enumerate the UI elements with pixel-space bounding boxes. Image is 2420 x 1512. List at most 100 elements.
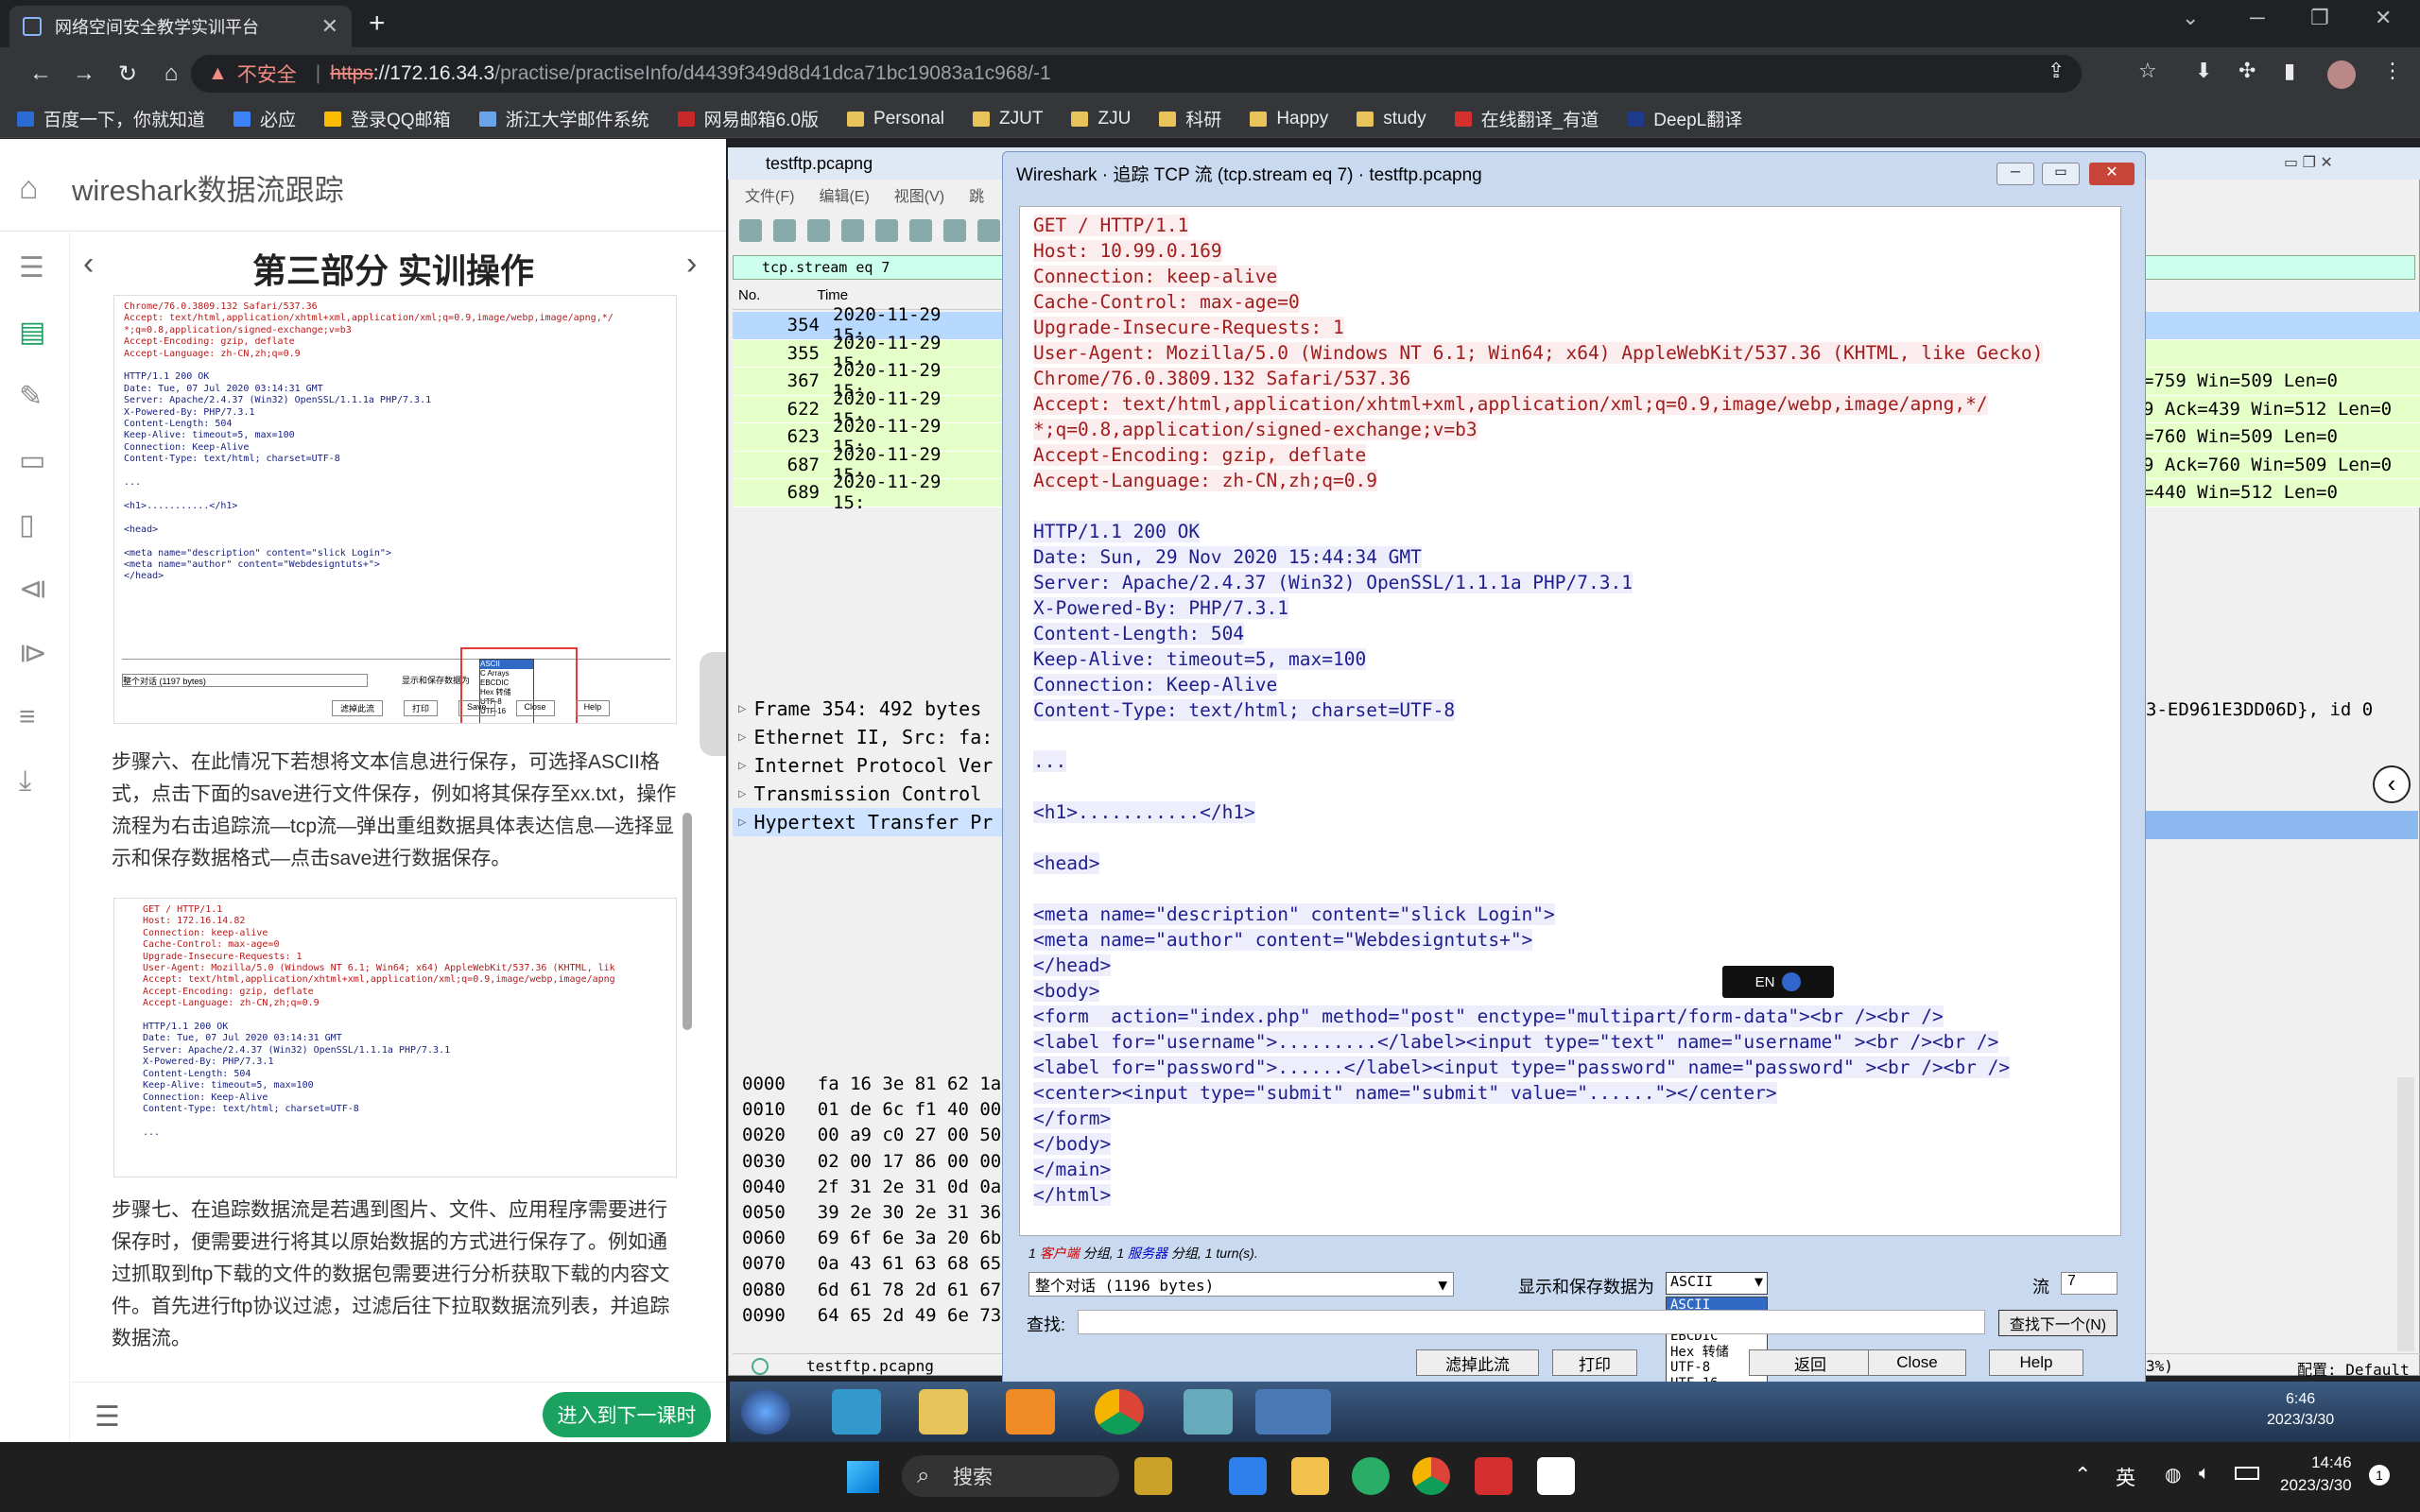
dialog-button[interactable]: 打印 bbox=[1552, 1349, 1637, 1376]
acrobat-icon[interactable] bbox=[1475, 1457, 1512, 1495]
shark-fin-icon[interactable] bbox=[739, 219, 762, 242]
detail-row[interactable]: ▷ Internet Protocol Ver bbox=[733, 751, 1007, 780]
detail-row[interactable]: ▷ Hypertext Transfer Pr bbox=[733, 808, 1007, 836]
new-tab-button[interactable]: + bbox=[369, 8, 386, 40]
prev-media-icon[interactable]: ⧏ bbox=[19, 573, 47, 606]
bookmark-item[interactable]: 科研 bbox=[1159, 106, 1221, 131]
expand-arrow-icon[interactable]: ▷ bbox=[738, 701, 746, 716]
dialog-maximize-icon[interactable]: ▭ bbox=[2042, 163, 2080, 185]
extensions-icon[interactable]: ✣ bbox=[2238, 59, 2256, 83]
find-next-button[interactable]: 查找下一个(N) bbox=[1998, 1310, 2118, 1336]
stream-spinner[interactable]: 7 bbox=[2061, 1272, 2118, 1295]
reload-icon[interactable]: ↻ bbox=[106, 60, 149, 88]
download-icon[interactable]: ⤓ bbox=[19, 765, 31, 798]
encoding-select[interactable]: ASCII ▼ bbox=[1666, 1272, 1768, 1295]
restore-icon[interactable]: ❐ bbox=[2310, 6, 2329, 30]
bookmark-item[interactable]: 百度一下，你就知道 bbox=[17, 106, 205, 131]
expand-arrow-icon[interactable]: ▷ bbox=[738, 815, 746, 830]
close-file-icon[interactable] bbox=[943, 219, 966, 242]
dialog-button[interactable]: 返回 bbox=[1749, 1349, 1872, 1376]
notification-badge[interactable]: 1 bbox=[2369, 1465, 2390, 1486]
outline-icon[interactable]: ☰ bbox=[19, 251, 44, 284]
bookmark-item[interactable]: 浙江大学邮件系统 bbox=[478, 106, 649, 131]
avatar[interactable] bbox=[2327, 60, 2356, 89]
collapse-panel-icon[interactable]: ‹ bbox=[2373, 765, 2411, 803]
chat-icon[interactable]: ▭ bbox=[19, 444, 45, 477]
list-icon[interactable]: ≡ bbox=[19, 701, 36, 733]
taskbar-search[interactable]: 搜索 bbox=[902, 1455, 1119, 1497]
todo-icon[interactable] bbox=[1229, 1457, 1267, 1495]
network-tray-icon[interactable]: ◍ bbox=[2165, 1463, 2181, 1486]
download-extension-icon[interactable]: ⬇ bbox=[2195, 59, 2212, 83]
stream-content[interactable]: GET / HTTP/1.1 Host: 10.99.0.169 Connect… bbox=[1019, 206, 2121, 1236]
bookmark-item[interactable]: 必应 bbox=[233, 106, 296, 131]
status-profile[interactable]: 配置: Default bbox=[2297, 1357, 2410, 1380]
taskbar-clock[interactable]: 14:46 2023/3/30 bbox=[2280, 1452, 2352, 1497]
next-media-icon[interactable]: ⧐ bbox=[19, 637, 47, 670]
bookmark-item[interactable]: study bbox=[1357, 109, 1426, 129]
wechat-icon[interactable] bbox=[1352, 1457, 1390, 1495]
home-icon[interactable]: ⌂ bbox=[149, 60, 193, 87]
forward-icon[interactable]: → bbox=[62, 60, 106, 87]
options-icon[interactable] bbox=[841, 219, 864, 242]
bookmark-item[interactable]: ZJU bbox=[1071, 109, 1131, 129]
save-icon[interactable] bbox=[909, 219, 932, 242]
expand-arrow-icon[interactable]: ▷ bbox=[738, 758, 746, 773]
col-no[interactable]: No. bbox=[738, 287, 760, 309]
restart-icon[interactable] bbox=[807, 219, 830, 242]
ws-menu-item[interactable]: 文件(F) bbox=[745, 183, 794, 210]
detail-row[interactable]: ▷ Ethernet II, Src: fa: bbox=[733, 723, 1007, 751]
pane-splitter[interactable] bbox=[700, 652, 726, 756]
ie-icon[interactable] bbox=[832, 1389, 881, 1435]
browser-tab[interactable]: 网络空间安全教学实训平台 ✕ bbox=[9, 6, 352, 47]
chrome-taskbar-icon[interactable] bbox=[1412, 1457, 1450, 1495]
conversation-select[interactable]: 整个对话 (1196 bytes) ▼ bbox=[1028, 1272, 1454, 1297]
bookmark-item[interactable]: ZJUT bbox=[973, 109, 1043, 129]
expand-arrow-icon[interactable]: ▷ bbox=[738, 730, 746, 745]
reload-file-icon[interactable] bbox=[977, 219, 1000, 242]
catalog-list-icon[interactable]: ☰ bbox=[95, 1400, 120, 1434]
start-orb-icon[interactable] bbox=[741, 1389, 790, 1435]
bookmark-item[interactable]: DeepL翻译 bbox=[1627, 106, 1742, 131]
side-panel-icon[interactable]: ▮ bbox=[2284, 59, 2295, 83]
tray-chevron-icon[interactable]: ⌃ bbox=[2074, 1463, 2091, 1487]
back-icon[interactable]: ← bbox=[19, 60, 62, 87]
open-icon[interactable] bbox=[875, 219, 898, 242]
stop-icon[interactable] bbox=[773, 219, 796, 242]
minimize-icon[interactable]: ─ bbox=[2250, 6, 2265, 30]
next-section-icon[interactable]: › bbox=[686, 246, 697, 283]
detail-row[interactable]: ▷ Transmission Control bbox=[733, 780, 1007, 808]
dialog-close-icon[interactable]: ✕ bbox=[2089, 163, 2135, 185]
close-window-icon[interactable]: ✕ bbox=[2375, 6, 2392, 30]
ws-menu-item[interactable]: 跳 bbox=[969, 183, 984, 210]
dialog-button[interactable]: Close bbox=[1868, 1349, 1966, 1376]
wireshark-taskbar-icon[interactable] bbox=[1255, 1389, 1331, 1435]
bookmark-item[interactable]: 网易邮箱6.0版 bbox=[677, 106, 819, 131]
clipboard-icon[interactable]: ▯ bbox=[19, 508, 35, 541]
ws-menu-item[interactable]: 视图(V) bbox=[894, 183, 944, 210]
home-icon[interactable]: ⌂ bbox=[19, 170, 39, 207]
chrome-icon[interactable] bbox=[1095, 1389, 1144, 1435]
bookmark-item[interactable]: Personal bbox=[847, 109, 944, 129]
course-scrollbar[interactable] bbox=[683, 813, 692, 1030]
file-explorer-icon[interactable] bbox=[1291, 1457, 1329, 1495]
bookmark-star-icon[interactable]: ☆ bbox=[2138, 59, 2157, 83]
dialog-button[interactable]: 滤掉此流 bbox=[1416, 1349, 1539, 1376]
expand-arrow-icon[interactable]: ▷ bbox=[738, 786, 746, 801]
explorer-icon[interactable] bbox=[919, 1389, 968, 1435]
bookmark-item[interactable]: 在线翻译_有道 bbox=[1454, 106, 1599, 131]
share-icon[interactable]: ⇪ bbox=[2048, 59, 2065, 83]
address-bar[interactable]: ▲ 不安全 | https ://172.16.34.3 /practise/p… bbox=[191, 55, 2082, 93]
menu-kebab-icon[interactable]: ⋮ bbox=[2382, 59, 2403, 83]
media-player-icon[interactable] bbox=[1006, 1389, 1055, 1435]
pen-icon[interactable]: ✎ bbox=[19, 380, 43, 413]
volume-icon[interactable]: 🔈︎ bbox=[2199, 1463, 2210, 1485]
tab-search-icon[interactable]: ⌄ bbox=[2182, 6, 2199, 30]
network-icon[interactable] bbox=[1184, 1389, 1233, 1435]
bookmark-item[interactable]: Happy bbox=[1250, 109, 1328, 129]
bytes-scrollbar[interactable] bbox=[2397, 1077, 2414, 1351]
help-icon[interactable] bbox=[1782, 972, 1802, 991]
ws-window-controls[interactable]: ▭ ❐ ✕ bbox=[2284, 153, 2333, 172]
ws-menu-item[interactable]: 编辑(E) bbox=[819, 183, 869, 210]
widget-icon[interactable] bbox=[1134, 1457, 1172, 1495]
